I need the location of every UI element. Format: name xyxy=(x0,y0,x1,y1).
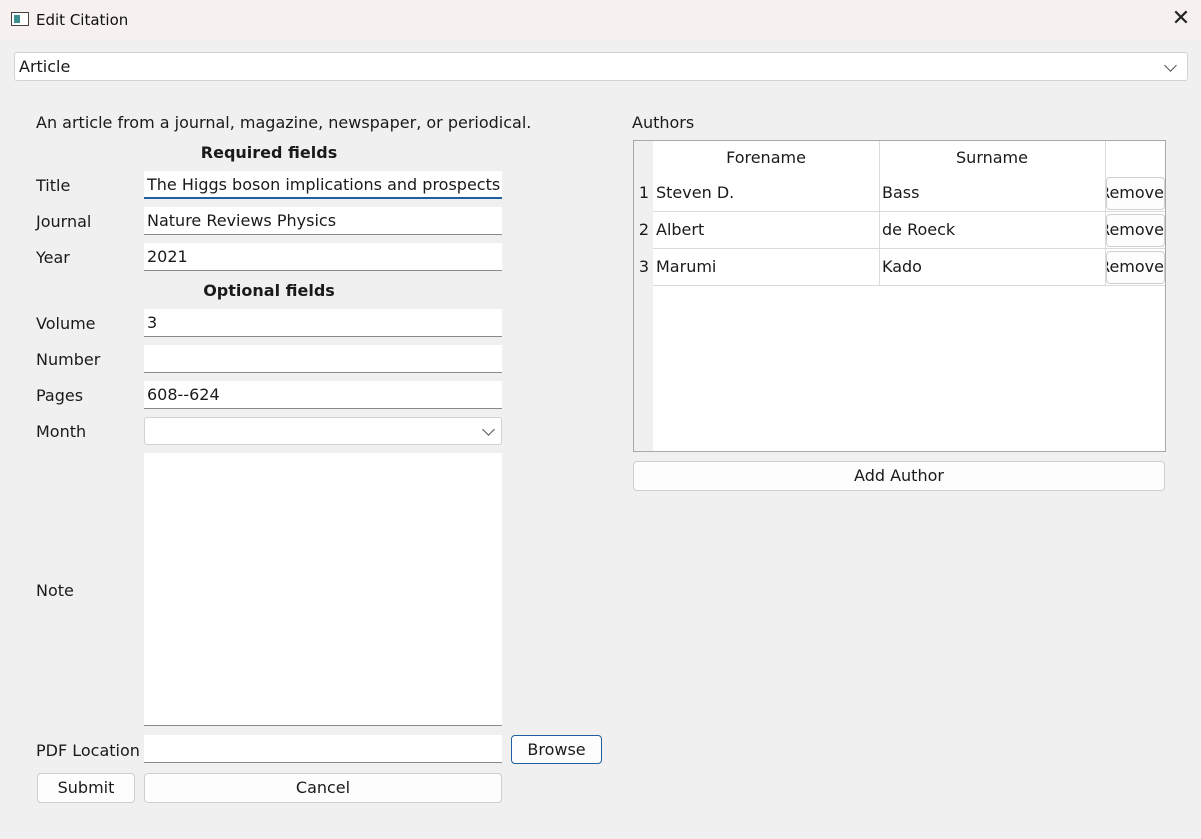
citation-type-select[interactable]: Article xyxy=(14,52,1188,81)
author-forename-cell[interactable]: Marumi xyxy=(653,249,882,286)
chevron-down-icon xyxy=(1164,59,1177,72)
required-fields-heading: Required fields xyxy=(200,143,338,162)
remove-author-button[interactable]: Remove xyxy=(1106,177,1165,210)
month-label: Month xyxy=(36,422,87,441)
authors-table: Forename Surname 1 Steven D. Bass Remove… xyxy=(633,140,1166,452)
cancel-button[interactable]: Cancel xyxy=(144,773,502,803)
pages-field[interactable]: 608--624 xyxy=(144,381,502,409)
pdf-location-field[interactable] xyxy=(144,735,502,763)
remove-author-button[interactable]: Remove xyxy=(1106,251,1165,284)
row-number: 3 xyxy=(634,249,653,286)
close-icon[interactable]: ✕ xyxy=(1168,6,1194,32)
row-number: 1 xyxy=(634,175,653,212)
number-field[interactable] xyxy=(144,345,502,373)
type-description: An article from a journal, magazine, new… xyxy=(36,113,532,132)
note-label: Note xyxy=(36,581,74,600)
title-bar: Edit Citation ✕ xyxy=(0,0,1201,40)
submit-button[interactable]: Submit xyxy=(37,773,135,803)
volume-field[interactable]: 3 xyxy=(144,309,502,337)
number-label: Number xyxy=(36,350,101,369)
author-forename-cell[interactable]: Steven D. xyxy=(653,175,882,212)
chevron-down-icon xyxy=(482,423,495,436)
optional-fields-heading: Optional fields xyxy=(203,281,335,300)
title-field[interactable]: The Higgs boson implications and prospec… xyxy=(144,171,502,199)
app-icon xyxy=(11,12,29,26)
pdf-location-label: PDF Location xyxy=(36,741,140,760)
column-header-actions xyxy=(1105,141,1165,175)
row-number: 2 xyxy=(634,212,653,249)
author-surname-cell[interactable]: de Roeck xyxy=(879,212,1108,249)
browse-button[interactable]: Browse xyxy=(511,735,602,764)
remove-author-button[interactable]: Remove xyxy=(1106,214,1165,247)
window-title: Edit Citation xyxy=(36,11,129,29)
author-forename-cell[interactable]: Albert xyxy=(653,212,882,249)
add-author-button[interactable]: Add Author xyxy=(633,461,1165,491)
author-surname-cell[interactable]: Bass xyxy=(879,175,1108,212)
column-header-forename[interactable]: Forename xyxy=(653,141,879,175)
title-label: Title xyxy=(36,176,71,195)
year-label: Year xyxy=(36,248,70,267)
column-header-surname[interactable]: Surname xyxy=(879,141,1105,175)
month-select[interactable] xyxy=(144,417,502,445)
author-surname-cell[interactable]: Kado xyxy=(879,249,1108,286)
journal-label: Journal xyxy=(36,212,92,231)
year-field[interactable]: 2021 xyxy=(144,243,502,271)
row-divider xyxy=(653,285,1165,286)
citation-type-value: Article xyxy=(19,57,71,76)
pages-label: Pages xyxy=(36,386,84,405)
note-textarea[interactable] xyxy=(144,453,502,726)
volume-label: Volume xyxy=(36,314,96,333)
authors-heading: Authors xyxy=(632,113,695,132)
journal-field[interactable]: Nature Reviews Physics xyxy=(144,207,502,235)
